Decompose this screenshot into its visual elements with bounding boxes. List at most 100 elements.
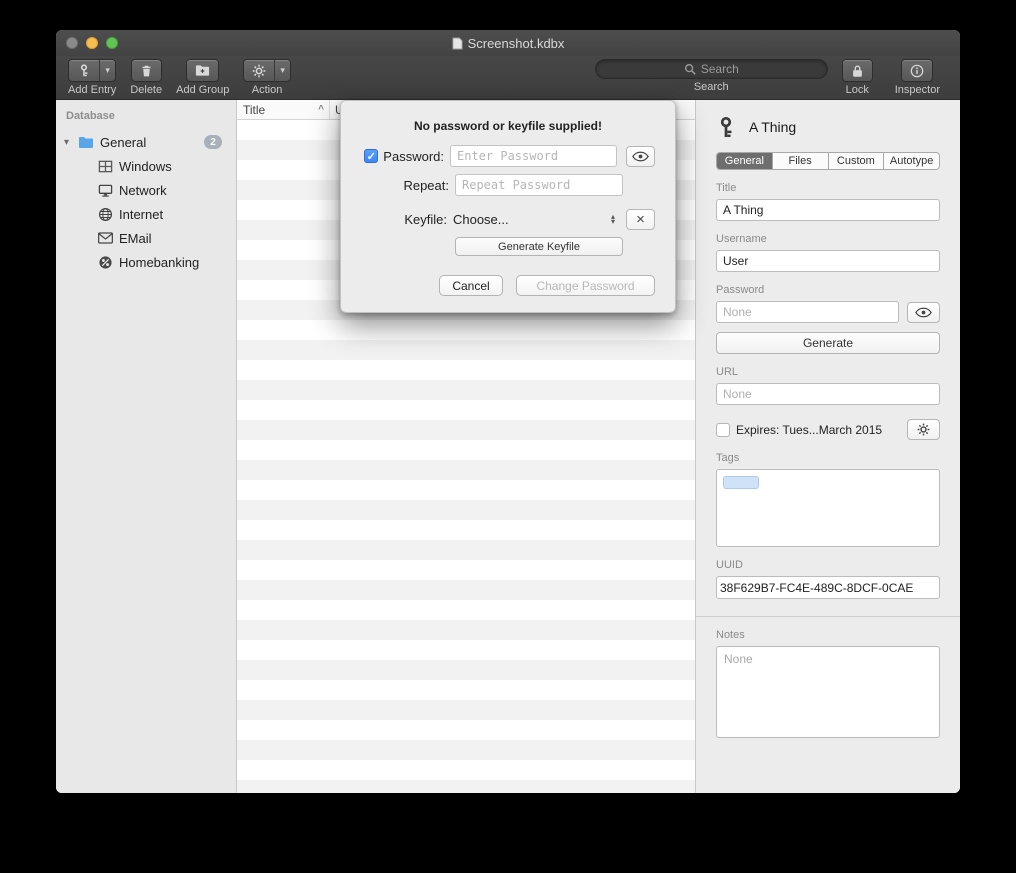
inspector-tabs: General Files Custom Autotype (716, 152, 940, 170)
tags-field[interactable] (716, 469, 940, 547)
entry-title: A Thing (749, 119, 796, 135)
window-title: Screenshot.kdbx (56, 36, 960, 51)
tab-general[interactable]: General (717, 153, 773, 169)
expires-settings-button[interactable] (907, 419, 940, 440)
uuid-field-label: UUID (716, 559, 940, 571)
tab-autotype[interactable]: Autotype (884, 153, 939, 169)
inspector-label: Inspector (895, 84, 940, 96)
expires-label: Expires: Tues...March 2015 (736, 423, 882, 437)
count-badge: 2 (204, 135, 222, 149)
app-window: Screenshot.kdbx ▾ Add Entry Delete (56, 30, 960, 793)
titlebar: Screenshot.kdbx (56, 30, 960, 56)
column-header-title[interactable]: Title ^ (237, 100, 330, 119)
sidebar-item-internet[interactable]: Internet (56, 202, 236, 226)
folder-icon (78, 134, 94, 150)
sidebar-item-network[interactable]: Network (56, 178, 236, 202)
add-entry-button[interactable]: ▾ (68, 59, 116, 82)
traffic-lights (56, 37, 118, 49)
password-dialog: No password or keyfile supplied! ✓ Passw… (340, 100, 676, 313)
sidebar-item-label: Internet (119, 207, 163, 222)
search-input[interactable]: Search (595, 59, 828, 79)
toolbar: ▾ Add Entry Delete Add Group (56, 56, 960, 100)
sidebar-item-general[interactable]: ▾ General 2 (56, 130, 236, 154)
eye-icon (915, 307, 932, 318)
tag-token[interactable] (723, 476, 759, 489)
keyfile-label: Keyfile: (404, 212, 447, 227)
sort-ascending-icon: ^ (318, 104, 324, 115)
tab-custom[interactable]: Custom (829, 153, 885, 169)
search-label: Search (694, 81, 729, 93)
delete-button[interactable] (131, 59, 162, 82)
cancel-button[interactable]: Cancel (439, 275, 503, 296)
trash-icon (132, 60, 161, 81)
sidebar-item-label: Network (119, 183, 167, 198)
sidebar-item-windows[interactable]: Windows (56, 154, 236, 178)
add-group-label: Add Group (176, 84, 229, 96)
tab-files[interactable]: Files (773, 153, 829, 169)
gear-icon (244, 60, 274, 81)
title-field[interactable] (716, 199, 940, 221)
change-password-button[interactable]: Change Password (516, 275, 655, 296)
password-input[interactable] (450, 145, 617, 167)
inspector-button[interactable] (901, 59, 933, 82)
url-field[interactable] (716, 383, 940, 405)
add-group-button[interactable] (186, 59, 219, 82)
add-entry-label: Add Entry (68, 84, 116, 96)
lock-button[interactable] (842, 59, 873, 82)
sidebar: Database ▾ General 2 Windows Network (56, 100, 237, 793)
generate-password-button[interactable]: Generate (716, 332, 940, 354)
stepper-icon: ▴▾ (611, 215, 617, 225)
sidebar-header: Database (56, 108, 236, 130)
key-icon (716, 116, 736, 138)
username-field-label: Username (716, 233, 940, 245)
notes-field[interactable]: None (716, 646, 940, 738)
url-field-label: URL (716, 366, 940, 378)
expires-checkbox[interactable] (716, 423, 730, 437)
disclosure-triangle-icon[interactable]: ▾ (64, 137, 78, 148)
keyfile-select[interactable]: Choose... ▴▾ (453, 212, 617, 227)
uuid-field[interactable] (716, 576, 940, 599)
notes-field-label: Notes (716, 629, 940, 641)
inspector-panel: A Thing General Files Custom Autotype Ti… (695, 100, 960, 793)
divider (696, 616, 960, 617)
folder-plus-icon (187, 60, 218, 81)
title-field-label: Title (716, 182, 940, 194)
eye-icon (632, 151, 649, 162)
chevron-down-icon[interactable]: ▾ (99, 60, 115, 81)
envelope-icon (97, 230, 113, 246)
search-placeholder: Search (701, 62, 739, 76)
info-icon (902, 60, 932, 81)
password-checkbox[interactable]: ✓ (364, 149, 378, 163)
sidebar-item-label: Windows (119, 159, 172, 174)
username-field[interactable] (716, 250, 940, 272)
password-field[interactable] (716, 301, 899, 323)
key-plus-icon (69, 60, 99, 81)
zoom-button[interactable] (106, 37, 118, 49)
gear-icon (917, 423, 930, 436)
close-icon: × (636, 212, 645, 227)
document-icon (452, 37, 463, 50)
sidebar-item-homebanking[interactable]: Homebanking (56, 250, 236, 274)
repeat-password-input[interactable] (455, 174, 623, 196)
dialog-message: No password or keyfile supplied! (341, 119, 675, 133)
sidebar-item-label: EMail (119, 231, 152, 246)
clear-keyfile-button[interactable]: × (626, 209, 655, 230)
reveal-password-button[interactable] (626, 146, 655, 167)
action-button[interactable]: ▾ (243, 59, 291, 82)
monitor-icon (97, 182, 113, 198)
action-label: Action (252, 84, 283, 96)
windows-icon (97, 158, 113, 174)
tags-field-label: Tags (716, 452, 940, 464)
repeat-label: Repeat: (403, 178, 449, 193)
delete-label: Delete (130, 84, 162, 96)
close-button[interactable] (66, 37, 78, 49)
search-icon (684, 63, 696, 75)
coin-icon (97, 254, 113, 270)
chevron-down-icon[interactable]: ▾ (274, 60, 290, 81)
sidebar-item-label: Homebanking (119, 255, 199, 270)
sidebar-item-email[interactable]: EMail (56, 226, 236, 250)
minimize-button[interactable] (86, 37, 98, 49)
generate-keyfile-button[interactable]: Generate Keyfile (455, 237, 623, 256)
reveal-password-button[interactable] (907, 302, 940, 323)
sidebar-item-label: General (100, 135, 146, 150)
